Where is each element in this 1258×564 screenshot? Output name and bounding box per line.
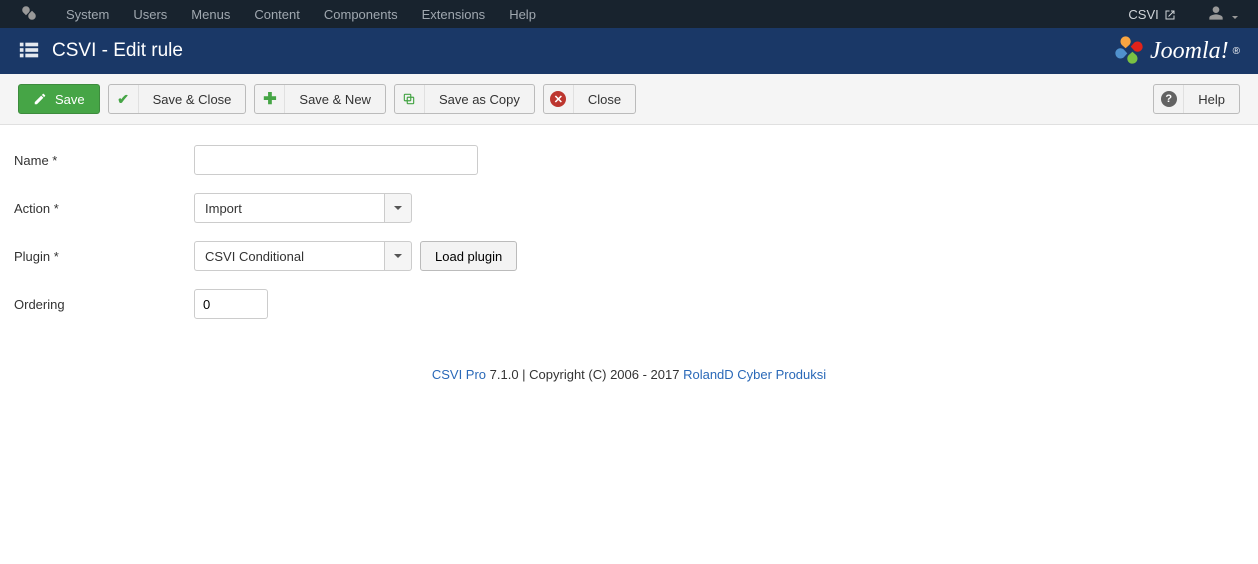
toolbar-right: ? Help: [1153, 84, 1240, 114]
joomla-icon[interactable]: [8, 0, 54, 31]
topbar-right: CSVI: [1116, 0, 1250, 30]
reg-mark: ®: [1233, 46, 1240, 57]
help-button[interactable]: ? Help: [1153, 84, 1240, 114]
menu-menus[interactable]: Menus: [179, 1, 242, 28]
close-icon: ✕: [544, 85, 574, 113]
header-left: CSVI - Edit rule: [18, 39, 183, 64]
list-icon: [18, 39, 40, 64]
caret-down-icon: [1232, 16, 1238, 19]
plugin-caret[interactable]: [384, 241, 412, 271]
close-button[interactable]: ✕ Close: [543, 84, 636, 114]
menu-system[interactable]: System: [54, 1, 121, 28]
question-icon: ?: [1154, 85, 1184, 113]
admin-topbar: System Users Menus Content Components Ex…: [0, 0, 1258, 28]
action-select-value: Import: [194, 193, 384, 223]
footer-company-link[interactable]: RolandD Cyber Produksi: [683, 367, 826, 382]
name-label: Name *: [14, 153, 194, 168]
joomla-logo[interactable]: Joomla! ®: [1112, 33, 1240, 70]
menu-help[interactable]: Help: [497, 1, 548, 28]
site-link-label: CSVI: [1128, 7, 1158, 22]
toolbar: Save ✔ Save & Close ✚ Save & New Save as…: [0, 74, 1258, 125]
ordering-label: Ordering: [14, 297, 194, 312]
help-label: Help: [1184, 92, 1239, 107]
footer-product-link[interactable]: CSVI Pro: [432, 367, 486, 382]
check-icon: ✔: [109, 85, 139, 113]
name-input[interactable]: [194, 145, 478, 175]
external-link-icon: [1164, 9, 1176, 21]
apply-icon: [19, 85, 49, 113]
save-close-label: Save & Close: [139, 92, 246, 107]
save-copy-button[interactable]: Save as Copy: [394, 84, 535, 114]
plugin-select-value: CSVI Conditional: [194, 241, 384, 271]
menu-users[interactable]: Users: [121, 1, 179, 28]
caret-down-icon: [394, 254, 402, 258]
joomla-brand-text: Joomla!: [1150, 38, 1229, 65]
plugin-select[interactable]: CSVI Conditional: [194, 241, 412, 271]
save-close-button[interactable]: ✔ Save & Close: [108, 84, 247, 114]
user-menu[interactable]: [1196, 0, 1250, 30]
save-new-button[interactable]: ✚ Save & New: [254, 84, 386, 114]
menu-content[interactable]: Content: [242, 1, 312, 28]
row-action: Action * Import: [14, 193, 1244, 223]
row-ordering: Ordering: [14, 289, 1244, 319]
site-link[interactable]: CSVI: [1116, 1, 1188, 28]
action-select[interactable]: Import: [194, 193, 412, 223]
plus-icon: ✚: [255, 85, 285, 113]
joomla-logo-mark-icon: [1112, 33, 1146, 70]
footer: CSVI Pro 7.1.0 | Copyright (C) 2006 - 20…: [0, 357, 1258, 412]
save-new-label: Save & New: [285, 92, 385, 107]
action-label: Action *: [14, 201, 194, 216]
topbar-left: System Users Menus Content Components Ex…: [8, 0, 548, 31]
close-label: Close: [574, 92, 635, 107]
action-caret[interactable]: [384, 193, 412, 223]
copy-icon: [395, 85, 425, 113]
save-button[interactable]: Save: [18, 84, 100, 114]
plugin-label: Plugin *: [14, 249, 194, 264]
menu-extensions[interactable]: Extensions: [410, 1, 498, 28]
toolbar-left: Save ✔ Save & Close ✚ Save & New Save as…: [18, 84, 636, 114]
user-icon: [1208, 5, 1224, 21]
caret-down-icon: [394, 206, 402, 210]
form-area: Name * Action * Import Plugin * CSVI Con…: [0, 125, 1258, 357]
page-header: CSVI - Edit rule Joomla! ®: [0, 28, 1258, 74]
footer-mid: 7.1.0 | Copyright (C) 2006 - 2017: [486, 367, 683, 382]
row-name: Name *: [14, 145, 1244, 175]
save-copy-label: Save as Copy: [425, 92, 534, 107]
load-plugin-button[interactable]: Load plugin: [420, 241, 517, 271]
ordering-input[interactable]: [194, 289, 268, 319]
save-label: Save: [49, 92, 99, 107]
page-title: CSVI - Edit rule: [52, 40, 183, 62]
row-plugin: Plugin * CSVI Conditional Load plugin: [14, 241, 1244, 271]
menu-components[interactable]: Components: [312, 1, 410, 28]
